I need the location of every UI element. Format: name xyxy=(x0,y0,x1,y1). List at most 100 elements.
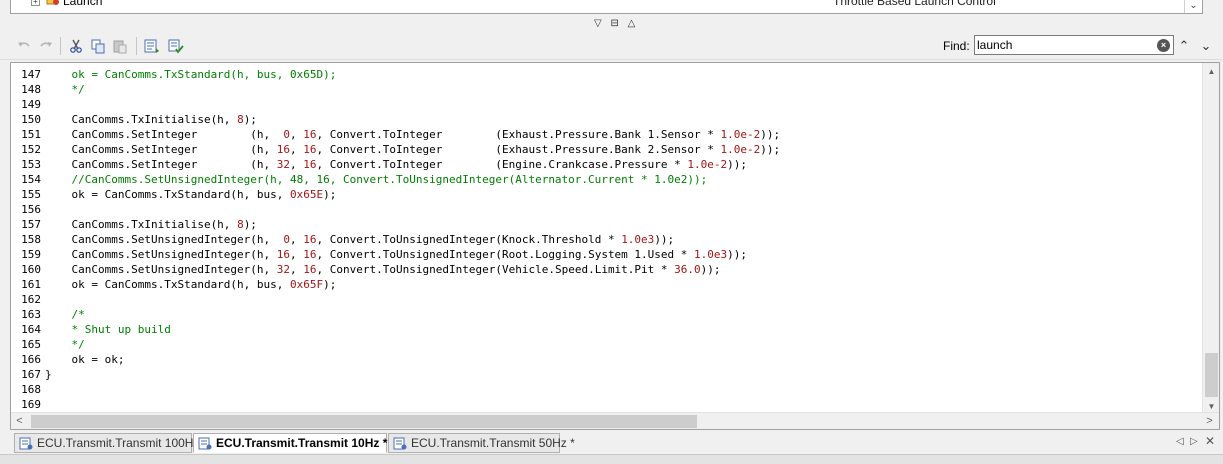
code-line[interactable]: 166 ok = ok; xyxy=(11,352,1207,367)
code-token: , xyxy=(290,233,304,246)
line-number: 147 xyxy=(21,68,41,81)
clear-search-icon[interactable]: × xyxy=(1157,39,1170,52)
code-token: /* xyxy=(45,308,85,321)
line-number: 169 xyxy=(21,398,41,411)
code-line[interactable]: 154 //CanComms.SetUnsignedInteger(h, 48,… xyxy=(11,172,1207,187)
tree-item-value[interactable]: Throttle Based Launch Control xyxy=(833,0,996,8)
script-file-icon xyxy=(19,437,33,450)
code-line[interactable]: 168 xyxy=(11,382,1207,397)
code-line[interactable]: 167} xyxy=(11,367,1207,382)
vertical-scrollbar[interactable]: ▲ ▼ xyxy=(1202,63,1219,415)
code-text: /* xyxy=(45,307,85,322)
code-text: ok = CanComms.TxStandard(h, bus, 0x65F); xyxy=(45,277,336,292)
find-next-icon[interactable]: ⌄ xyxy=(1198,38,1214,54)
tab-scroll-left-icon[interactable]: ◁ xyxy=(1176,436,1184,447)
panel-splitter[interactable]: ▽ ⊟ △ xyxy=(0,16,1223,32)
code-line[interactable]: 147 ok = CanComms.TxStandard(h, bus, 0x6… xyxy=(11,67,1207,82)
format-document-icon[interactable] xyxy=(142,36,162,56)
code-token: 0x65D xyxy=(290,68,324,81)
code-text: } xyxy=(45,367,52,382)
code-line[interactable]: 161 ok = CanComms.TxStandard(h, bus, 0x6… xyxy=(11,277,1207,292)
code-token: )); xyxy=(760,143,781,156)
tab-label: ECU.Transmit.Transmit 100Hz * xyxy=(37,436,208,450)
code-token: 1.0e-2 xyxy=(687,158,728,171)
code-line[interactable]: 160 CanComms.SetUnsignedInteger(h, 32, 1… xyxy=(11,262,1207,277)
scroll-right-icon[interactable]: > xyxy=(1201,413,1218,429)
code-line[interactable]: 165 */ xyxy=(11,337,1207,352)
code-editor[interactable]: 147 ok = CanComms.TxStandard(h, bus, 0x6… xyxy=(10,62,1220,430)
code-line[interactable]: 153 CanComms.SetInteger (h, 32, 16, Conv… xyxy=(11,157,1207,172)
code-text: */ xyxy=(45,82,84,97)
code-token: CanComms.SetInteger (h, xyxy=(45,128,284,141)
code-token: )); xyxy=(654,233,675,246)
code-text: CanComms.SetUnsignedInteger(h, 32, 16, C… xyxy=(45,262,720,277)
code-line[interactable]: 157 CanComms.TxInitialise(h, 8); xyxy=(11,217,1207,232)
copy-icon[interactable] xyxy=(88,36,108,56)
code-token: , Convert.ToUnsignedInteger(Root.Logging… xyxy=(316,248,695,261)
code-token: , xyxy=(290,248,304,261)
find-label: Find: xyxy=(943,39,970,53)
splitter-collapse-controls-icon[interactable]: ▽ ⊟ △ xyxy=(594,18,638,29)
tab-transmit-100hz[interactable]: ECU.Transmit.Transmit 100Hz * xyxy=(14,433,207,453)
code-line[interactable]: 169 xyxy=(11,397,1207,412)
line-number: 165 xyxy=(21,338,41,351)
code-token: )); xyxy=(727,248,748,261)
code-text: ok = CanComms.TxStandard(h, bus, 0x65D); xyxy=(45,67,336,82)
code-token: ok = CanComms.TxStandard(h, bus, xyxy=(45,68,291,81)
tree-scroll-down-icon[interactable]: ⌄ xyxy=(1184,0,1202,13)
code-token: , Convert.ToUnsignedInteger(Knock.Thresh… xyxy=(316,233,622,246)
code-text: CanComms.SetUnsignedInteger(h, 0, 16, Co… xyxy=(45,232,674,247)
tree-item-label[interactable]: Launch xyxy=(63,0,102,8)
code-text: //CanComms.SetUnsignedInteger(h, 48, 16,… xyxy=(45,172,707,187)
code-line[interactable]: 162 xyxy=(11,292,1207,307)
code-line[interactable]: 149 xyxy=(11,97,1207,112)
redo-icon[interactable] xyxy=(36,36,56,56)
horizontal-scrollbar[interactable]: < > xyxy=(11,412,1219,429)
expand-icon[interactable]: + xyxy=(31,0,40,6)
vertical-scroll-thumb[interactable] xyxy=(1205,353,1218,397)
code-token: //CanComms.SetUnsignedInteger(h, 48, 16,… xyxy=(45,173,708,186)
code-token: ); xyxy=(323,278,337,291)
close-tab-icon[interactable]: ✕ xyxy=(1205,434,1215,448)
tab-transmit-50hz[interactable]: ECU.Transmit.Transmit 50Hz * xyxy=(388,433,575,453)
tab-transmit-10hz[interactable]: ECU.Transmit.Transmit 10Hz * xyxy=(193,433,387,453)
launch-item-icon xyxy=(46,0,59,5)
property-tree[interactable]: + Launch Throttle Based Launch Control ⌄ xyxy=(10,0,1203,14)
code-line[interactable]: 148 */ xyxy=(11,82,1207,97)
code-token: 8 xyxy=(237,113,244,126)
line-number: 157 xyxy=(21,218,41,231)
code-line[interactable]: 164 * Shut up build xyxy=(11,322,1207,337)
code-line[interactable]: 155 ok = CanComms.TxStandard(h, bus, 0x6… xyxy=(11,187,1207,202)
code-line[interactable]: 158 CanComms.SetUnsignedInteger(h, 0, 16… xyxy=(11,232,1207,247)
code-token: */ xyxy=(45,338,85,351)
line-number: 153 xyxy=(21,158,41,171)
code-text: CanComms.SetInteger (h, 0, 16, Convert.T… xyxy=(45,127,780,142)
tab-label: ECU.Transmit.Transmit 10Hz * xyxy=(216,436,388,450)
code-token: )); xyxy=(727,158,748,171)
check-syntax-icon[interactable] xyxy=(166,36,186,56)
code-token: , xyxy=(290,143,304,156)
code-line[interactable]: 163 /* xyxy=(11,307,1207,322)
tab-scroll-right-icon[interactable]: ▷ xyxy=(1190,436,1198,447)
code-line[interactable]: 151 CanComms.SetInteger (h, 0, 16, Conve… xyxy=(11,127,1207,142)
script-file-icon xyxy=(393,437,407,450)
code-line[interactable]: 152 CanComms.SetInteger (h, 16, 16, Conv… xyxy=(11,142,1207,157)
code-line[interactable]: 150 CanComms.TxInitialise(h, 8); xyxy=(11,112,1207,127)
code-token: CanComms.SetInteger (h, xyxy=(45,158,277,171)
code-token: , xyxy=(290,128,304,141)
horizontal-scroll-thumb[interactable] xyxy=(31,415,697,428)
find-input[interactable] xyxy=(974,35,1174,55)
code-line[interactable]: 159 CanComms.SetUnsignedInteger(h, 16, 1… xyxy=(11,247,1207,262)
code-token: 32 xyxy=(276,263,291,276)
scroll-up-icon[interactable]: ▲ xyxy=(1203,63,1219,80)
line-number: 162 xyxy=(21,293,41,306)
cut-icon[interactable] xyxy=(66,36,86,56)
code-token: 1.0e-2 xyxy=(720,128,761,141)
paste-icon[interactable] xyxy=(110,36,130,56)
code-line[interactable]: 156 xyxy=(11,202,1207,217)
find-previous-icon[interactable]: ⌃ xyxy=(1176,38,1192,54)
line-number: 164 xyxy=(21,323,41,336)
scroll-left-icon[interactable]: < xyxy=(11,413,28,429)
undo-icon[interactable] xyxy=(14,36,34,56)
code-token: 16 xyxy=(276,143,291,156)
